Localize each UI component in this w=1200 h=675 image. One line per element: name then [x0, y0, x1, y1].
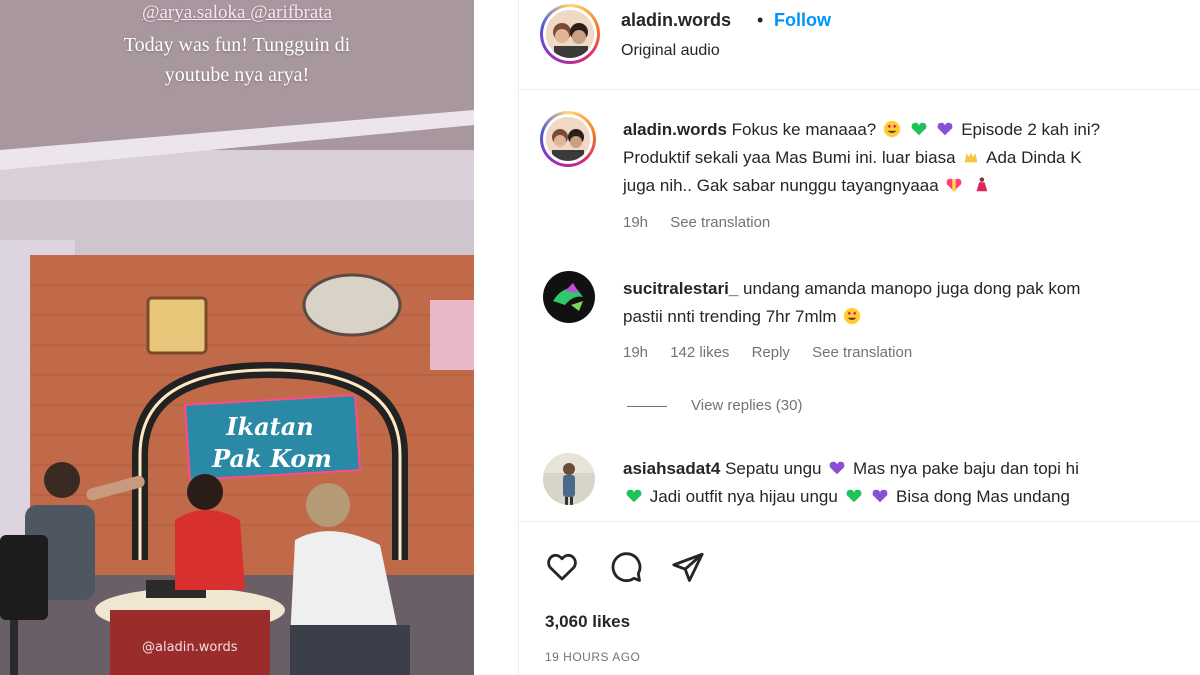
heart-eyes-emoji	[844, 307, 861, 325]
avatar-photo	[543, 271, 595, 323]
post-header: aladin.words • Follow Original audio	[519, 0, 1200, 90]
comment-text: Mas nya pake baju dan topi hi	[852, 459, 1079, 478]
view-replies-button[interactable]: View replies (30)	[627, 397, 802, 414]
comment-time: 19h	[623, 214, 649, 231]
comment-username[interactable]: aladin.words	[623, 120, 727, 139]
comment-text: Bisa dong Mas undang	[896, 487, 1070, 506]
see-translation-link[interactable]: See translation	[670, 214, 770, 231]
comment-text: pastii nnti trending 7hr 7mlm	[623, 307, 837, 326]
comment-text: Fokus ke manaaa?	[731, 120, 877, 139]
comment-text: undang amanda manopo juga dong pak kom	[743, 279, 1081, 298]
set-sign-line1: Ikatan	[225, 412, 314, 441]
purple-heart-emoji	[872, 489, 888, 503]
media-gap	[474, 0, 518, 675]
share-icon[interactable]	[671, 550, 705, 584]
post-side-panel: aladin.words • Follow Original audio ala…	[518, 0, 1200, 675]
comment-avatar[interactable]	[543, 271, 595, 323]
heart-icon[interactable]	[545, 550, 579, 584]
comment-username[interactable]: sucitralestari_	[623, 279, 738, 298]
set-sign-line2: Pak Kom	[211, 444, 332, 473]
comment-line: juga nih.. Gak sabar nunggu tayangnyaaa	[623, 172, 992, 200]
comment-line: aladin.words Fokus ke manaaa? Episode 2 …	[623, 116, 1100, 144]
comment-meta: 19h 142 likes Reply See translation	[623, 344, 930, 361]
comment-text: Produktif sekali yaa Mas Bumi ini. luar …	[623, 148, 956, 167]
dancer-emoji	[976, 177, 988, 192]
comment-text: Jadi outfit nya hijau ungu	[649, 487, 838, 506]
green-heart-emoji	[911, 122, 927, 136]
comment-text: juga nih.. Gak sabar nunggu tayangnyaaa	[623, 176, 939, 195]
comment-icon[interactable]	[609, 550, 643, 584]
view-replies-label: View replies (30)	[691, 397, 803, 414]
comment-line: sucitralestari_ undang amanda manopo jug…	[623, 275, 1080, 303]
comment-likes[interactable]: 142 likes	[670, 344, 729, 361]
author-username[interactable]: aladin.words	[621, 10, 731, 31]
avatar-photo	[546, 117, 590, 161]
avatar-photo	[543, 453, 595, 505]
heart-ribbon-emoji	[947, 178, 962, 192]
follow-button[interactable]: Follow	[774, 10, 831, 31]
comment-line: Produktif sekali yaa Mas Bumi ini. luar …	[623, 144, 1082, 172]
original-audio-link[interactable]: Original audio	[621, 42, 720, 60]
comment-username[interactable]: asiahsadat4	[623, 459, 720, 478]
raised-hands-emoji	[965, 152, 978, 163]
author-avatar[interactable]	[540, 4, 600, 64]
separator-dot: •	[757, 10, 764, 30]
green-heart-emoji	[626, 489, 642, 503]
post-photo: Ikatan Pak Kom	[0, 0, 474, 675]
comment-text: Sepatu ungu	[725, 459, 822, 478]
green-heart-emoji	[846, 489, 861, 503]
mentions-text[interactable]: @arya.saloka @arifbrata	[0, 2, 474, 24]
comment-time: 19h	[623, 344, 649, 361]
likes-count[interactable]: 3,060 likes	[545, 612, 630, 632]
comment-avatar[interactable]	[540, 111, 596, 167]
comment-line: asiahsadat4 Sepatu ungu Mas nya pake baj…	[623, 455, 1079, 483]
post-timestamp[interactable]: 19 HOURS AGO	[545, 650, 640, 664]
comment-line: Jadi outfit nya hijau ungu Bisa dong Mas…	[623, 483, 1070, 511]
comment-line: pastii nnti trending 7hr 7mlm	[623, 303, 863, 331]
heart-eyes-emoji	[883, 120, 901, 138]
comment-text: Episode 2 kah ini?	[961, 120, 1101, 139]
reply-button[interactable]: Reply	[752, 344, 790, 361]
story-caption-line1: Today was fun! Tungguin di	[123, 34, 351, 56]
story-caption-line2: youtube nya arya!	[164, 64, 310, 86]
comment-text: Ada Dinda K	[986, 148, 1082, 167]
purple-heart-emoji	[938, 122, 953, 136]
see-translation-link[interactable]: See translation	[812, 344, 912, 361]
replies-divider	[627, 405, 667, 407]
post-actions: 3,060 likes 19 HOURS AGO	[519, 521, 1200, 675]
avatar-photo	[546, 10, 594, 58]
comments-list[interactable]: aladin.words Fokus ke manaaa? Episode 2 …	[519, 91, 1200, 521]
comment-avatar[interactable]	[543, 453, 595, 505]
post-media[interactable]: Ikatan Pak Kom @arya.saloka @arifbrata T…	[0, 0, 474, 675]
purple-heart-emoji	[829, 461, 845, 475]
comment-meta: 19h See translation	[623, 214, 788, 231]
watermark: @aladin.words	[142, 640, 238, 655]
